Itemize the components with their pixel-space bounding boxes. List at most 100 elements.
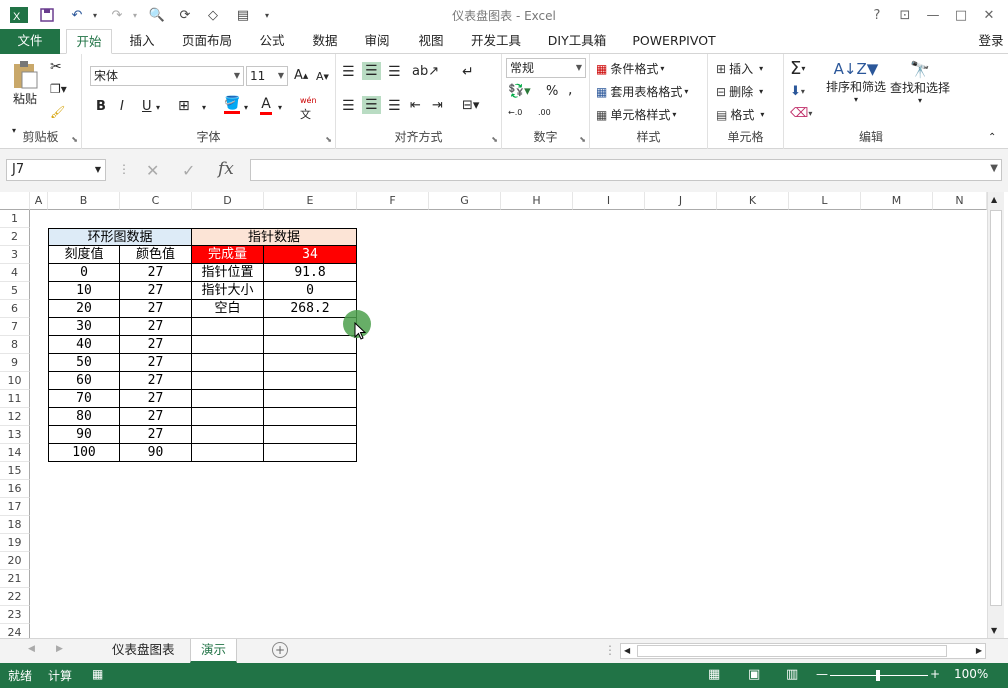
- pointer-value-cell[interactable]: 268.2: [264, 300, 357, 318]
- font-name-dropdown-icon[interactable]: ▼: [234, 67, 240, 85]
- pointer-label-cell[interactable]: [192, 408, 264, 426]
- scale-value-cell[interactable]: 50: [48, 354, 120, 372]
- scroll-left-icon[interactable]: ◀: [624, 646, 630, 655]
- pointer-value-cell[interactable]: [264, 426, 357, 444]
- tab-powerpivot[interactable]: POWERPIVOT: [626, 29, 722, 54]
- sheet-tab-dashboard[interactable]: 仪表盘图表: [102, 639, 185, 663]
- font-launcher-icon[interactable]: ⬊: [325, 135, 332, 144]
- phonetic-char-icon[interactable]: 文: [300, 106, 311, 122]
- page-break-view-icon[interactable]: ▥: [786, 667, 798, 682]
- row-header[interactable]: 6: [0, 300, 30, 318]
- column-header[interactable]: B: [48, 192, 120, 210]
- align-center-icon[interactable]: ☰: [362, 96, 381, 114]
- clipboard-launcher-icon[interactable]: ⬊: [71, 135, 78, 144]
- tab-insert[interactable]: 插入: [120, 29, 164, 54]
- align-bottom-icon[interactable]: ☰: [388, 64, 401, 80]
- tab-data[interactable]: 数据: [304, 29, 346, 54]
- color-column-header[interactable]: 颜色值: [120, 246, 192, 264]
- grow-font-button[interactable]: A ▲: [294, 68, 308, 83]
- formula-input[interactable]: ▼: [250, 159, 1002, 181]
- login-link[interactable]: 登录: [974, 29, 1008, 54]
- conditional-format-button[interactable]: ▦ 条件格式 ▾: [596, 60, 664, 77]
- pointer-label-cell[interactable]: [192, 354, 264, 372]
- scale-value-cell[interactable]: 60: [48, 372, 120, 390]
- minimize-icon[interactable]: —: [920, 4, 946, 26]
- color-value-cell[interactable]: 90: [120, 444, 192, 462]
- row-header[interactable]: 7: [0, 318, 30, 336]
- fill-dropdown-icon[interactable]: ▾: [244, 103, 248, 112]
- column-header[interactable]: F: [357, 192, 429, 210]
- color-value-cell[interactable]: 27: [120, 372, 192, 390]
- ribbon-display-icon[interactable]: ⊡: [892, 4, 918, 26]
- tab-developer[interactable]: 开发工具: [464, 29, 528, 54]
- column-header[interactable]: J: [645, 192, 717, 210]
- pointer-label-cell[interactable]: [192, 444, 264, 462]
- pointer-value-cell[interactable]: [264, 444, 357, 462]
- tab-page-layout[interactable]: 页面布局: [176, 29, 238, 54]
- fill-down-icon[interactable]: ⬇ ▾: [790, 84, 805, 99]
- row-header[interactable]: 2: [0, 228, 30, 246]
- pointer-label-cell[interactable]: [192, 426, 264, 444]
- pointer-value-cell[interactable]: [264, 372, 357, 390]
- currency-icon[interactable]: 💱▾: [508, 84, 531, 99]
- number-launcher-icon[interactable]: ⬊: [579, 135, 586, 144]
- pointer-value-cell[interactable]: 91.8: [264, 264, 357, 282]
- name-box[interactable]: J7 ▼: [6, 159, 106, 181]
- color-value-cell[interactable]: 27: [120, 264, 192, 282]
- page-layout-view-icon[interactable]: ▣: [748, 667, 760, 682]
- row-header[interactable]: 1: [0, 210, 30, 228]
- cell-styles-button[interactable]: ▦ 单元格样式 ▾: [596, 106, 676, 123]
- cut-icon[interactable]: ✂: [50, 59, 62, 75]
- find-select-button[interactable]: 🔭 查找和选择 ▾: [888, 60, 952, 105]
- row-header[interactable]: 23: [0, 606, 30, 624]
- underline-dropdown-icon[interactable]: ▾: [156, 103, 160, 112]
- sort-filter-button[interactable]: A↓Z▼ 排序和筛选 ▾: [824, 60, 888, 104]
- color-value-cell[interactable]: 27: [120, 354, 192, 372]
- scroll-up-icon[interactable]: ▲: [991, 195, 997, 204]
- row-header[interactable]: 13: [0, 426, 30, 444]
- help-icon[interactable]: ?: [864, 4, 890, 26]
- color-value-cell[interactable]: 27: [120, 426, 192, 444]
- row-header[interactable]: 11: [0, 390, 30, 408]
- increase-decimal-button[interactable]: ←.0: [508, 108, 522, 117]
- row-header[interactable]: 4: [0, 264, 30, 282]
- horizontal-scrollbar[interactable]: ◀ ▶: [620, 643, 986, 659]
- format-table-button[interactable]: ▦ 套用表格格式 ▾: [596, 83, 688, 100]
- scale-value-cell[interactable]: 100: [48, 444, 120, 462]
- column-header[interactable]: I: [573, 192, 645, 210]
- format-painter-icon[interactable]: 🖌: [50, 105, 65, 119]
- borders-dropdown-icon[interactable]: ▾: [202, 103, 206, 112]
- color-value-cell[interactable]: 27: [120, 282, 192, 300]
- pointer-value-cell[interactable]: [264, 336, 357, 354]
- row-header[interactable]: 14: [0, 444, 30, 462]
- row-header[interactable]: 12: [0, 408, 30, 426]
- macro-record-icon[interactable]: ▦: [92, 667, 103, 681]
- number-format-combo[interactable]: 常规 ▼: [506, 58, 586, 78]
- increase-indent-icon[interactable]: ⇥: [432, 98, 443, 113]
- align-top-icon[interactable]: ☰: [342, 64, 355, 80]
- column-header[interactable]: K: [717, 192, 789, 210]
- sheet-tab-demo[interactable]: 演示: [190, 639, 238, 663]
- font-name-combo[interactable]: 宋体 ▼: [90, 66, 244, 86]
- scale-value-cell[interactable]: 90: [48, 426, 120, 444]
- scale-column-header[interactable]: 刻度值: [48, 246, 120, 264]
- row-header[interactable]: 22: [0, 588, 30, 606]
- pointer-value-cell[interactable]: [264, 408, 357, 426]
- pointer-label-cell[interactable]: 空白: [192, 300, 264, 318]
- column-header[interactable]: L: [789, 192, 861, 210]
- zoom-out-icon[interactable]: —: [816, 667, 828, 681]
- pointer-value-cell[interactable]: 34: [264, 246, 357, 264]
- scale-value-cell[interactable]: 0: [48, 264, 120, 282]
- copy-icon[interactable]: ❐▾: [50, 82, 67, 96]
- tab-home[interactable]: 开始: [66, 29, 112, 54]
- scale-value-cell[interactable]: 20: [48, 300, 120, 318]
- column-header[interactable]: M: [861, 192, 933, 210]
- number-format-dropdown-icon[interactable]: ▼: [576, 59, 582, 77]
- orientation-icon[interactable]: ab↗: [412, 64, 439, 79]
- row-header[interactable]: 8: [0, 336, 30, 354]
- font-size-dropdown-icon[interactable]: ▼: [278, 67, 284, 85]
- phonetic-icon[interactable]: wén: [300, 96, 317, 105]
- scale-value-cell[interactable]: 40: [48, 336, 120, 354]
- percent-button[interactable]: %: [546, 84, 558, 99]
- row-header[interactable]: 16: [0, 480, 30, 498]
